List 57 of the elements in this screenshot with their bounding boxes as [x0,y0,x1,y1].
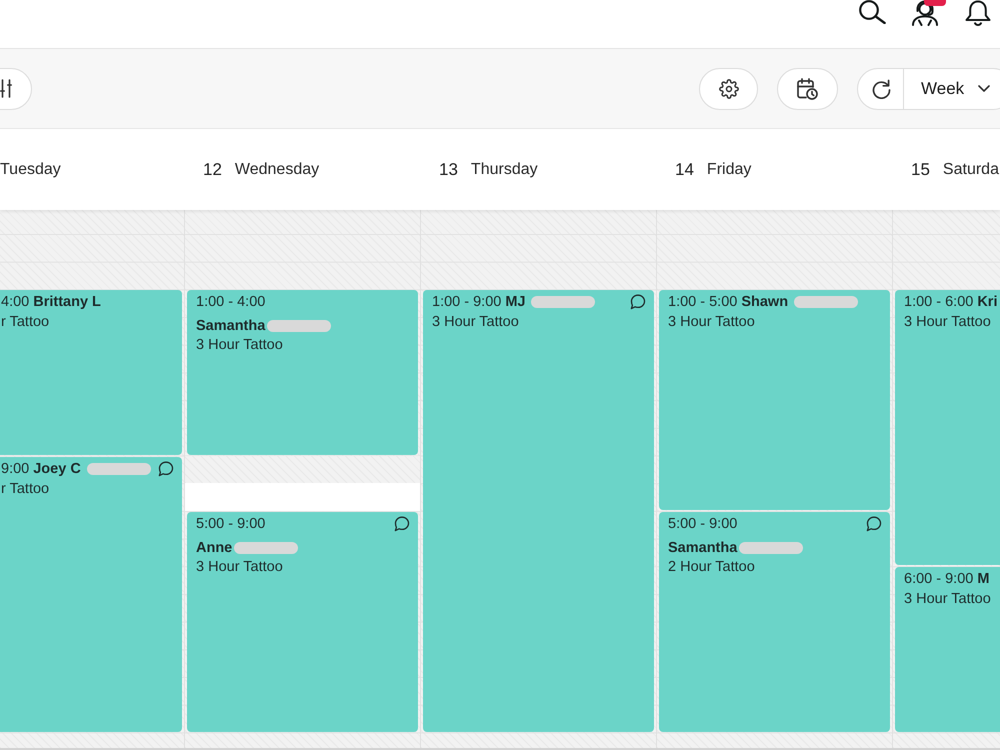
appointment-card[interactable]: 1:00 - 6:00 Kri 3 Hour Tattoo [895,290,1000,566]
appointment-card[interactable]: 1:00 - 9:00 MJ 3 Hour Tattoo [423,290,654,732]
person-headset-icon[interactable] [910,0,940,26]
service-name: r Tattoo [1,480,50,498]
service-name: r Tattoo [1,313,50,332]
client-name: Joey C [33,460,81,479]
day-name: Thursday [470,160,538,178]
appointment-time: 5:00 - 9:00 [196,514,266,534]
service-name: 3 Hour Tattoo [904,313,992,332]
appointment-card[interactable]: 1:00 - 4:00 Samantha 3 Hour Tattoo [187,290,418,455]
day-number: 14 [675,160,694,180]
client-name: MJ [505,293,526,312]
day-name: Saturda [942,160,999,178]
appointment-time: 4:00 [1,293,30,312]
appointment-card[interactable]: 1:00 - 5:00 Shawn 3 Hour Tattoo [659,290,890,510]
appointment-time: 5:00 - 9:00 [668,514,738,534]
appointment-card[interactable]: 9:00 Joey C r Tattoo [0,456,182,732]
refresh-icon [870,78,890,98]
service-name: 3 Hour Tattoo [432,313,520,332]
appointment-card[interactable]: 4:00 Brittany L r Tattoo [0,290,182,455]
service-name: 3 Hour Tattoo [904,590,992,608]
client-name: Kri [977,293,998,312]
appointment-time: 6:00 - 9:00 [904,570,974,590]
appointment-time: 1:00 - 4:00 [196,293,266,312]
day-name: Friday [706,160,752,178]
client-name: Samantha [196,317,266,336]
sliders-icon [0,79,12,98]
day-number: 12 [203,160,222,180]
day-number: 15 [911,160,930,180]
service-name: 3 Hour Tattoo [668,313,756,332]
day-name: Tuesday [0,160,61,178]
client-name: M [977,570,990,590]
appointment-time: 9:00 [1,460,30,479]
day-number: 13 [439,160,458,180]
client-name: Shawn [741,293,788,312]
client-name: Brittany L [33,293,101,312]
service-name: 3 Hour Tattoo [196,558,284,576]
appointment-card[interactable]: 6:00 - 9:00 M 3 Hour Tattoo [895,567,1000,732]
bell-icon[interactable] [964,0,992,26]
client-name: Anne [196,538,232,558]
calendar-clock-icon [797,78,818,100]
appointment-time: 1:00 - 6:00 [904,293,974,312]
appointment-time: 1:00 - 9:00 [432,293,502,312]
appointment-card[interactable]: 5:00 - 9:00 Samantha 2 Hour Tattoo [659,512,890,732]
appointment-card[interactable]: 5:00 - 9:00 Anne 3 Hour Tattoo [187,512,418,732]
settings-button[interactable] [699,68,758,110]
day-name: Wednesday [234,160,320,178]
view-select[interactable]: Week [904,68,1000,110]
search-icon[interactable] [858,0,886,24]
refresh-button[interactable] [857,68,904,110]
service-name: 2 Hour Tattoo [668,558,756,576]
schedule-button[interactable] [777,68,838,110]
client-name: Samantha [668,538,738,558]
appointment-time: 1:00 - 5:00 [668,293,738,312]
settings-icon [718,78,738,98]
service-name: 3 Hour Tattoo [196,336,284,354]
chevron-down-icon [978,85,990,92]
